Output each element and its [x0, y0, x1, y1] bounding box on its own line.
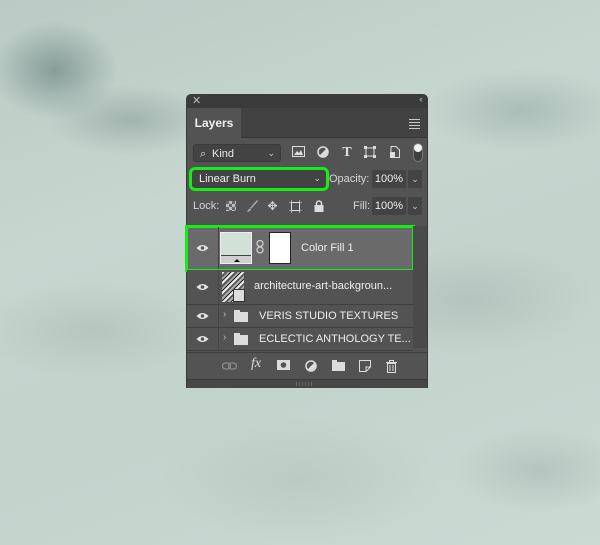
link-chain-icon[interactable] [256, 239, 264, 257]
expand-arrow-icon[interactable]: › [223, 332, 226, 343]
add-mask-icon[interactable] [277, 360, 290, 372]
layer-name: architecture-art-backgroun... [254, 280, 393, 292]
eye-icon[interactable] [196, 283, 209, 291]
eye-icon[interactable] [196, 335, 209, 343]
fill-input[interactable]: 100% [372, 197, 406, 215]
layers-scrollbar[interactable] [413, 226, 427, 348]
visibility-column [187, 270, 219, 304]
visibility-column [187, 328, 219, 350]
opacity-input[interactable]: 100% [372, 170, 406, 188]
shape-filter-icon[interactable] [363, 146, 377, 160]
panel-bottom-toolbar: fx [187, 352, 427, 379]
layers-list: Color Fill 1 architecture-art-backgroun.… [185, 225, 415, 351]
eye-icon[interactable] [196, 244, 209, 252]
layer-name: VERIS STUDIO TEXTURES [259, 310, 399, 322]
layer-group-veris[interactable]: › VERIS STUDIO TEXTURES [187, 305, 413, 328]
image-filter-icon[interactable] [291, 146, 305, 160]
lock-all-icon[interactable] [312, 200, 325, 213]
close-icon[interactable]: ✕ [192, 94, 201, 107]
folder-icon [234, 310, 248, 322]
lock-artboard-icon[interactable] [289, 200, 302, 213]
filter-kind-label: Kind [212, 148, 235, 160]
eye-icon[interactable] [196, 312, 209, 320]
fx-icon[interactable]: fx [251, 357, 261, 371]
type-filter-icon[interactable]: T [340, 146, 354, 160]
new-group-icon[interactable] [332, 360, 345, 373]
tab-layers[interactable]: Layers [187, 108, 241, 138]
layer-group-eclectic[interactable]: › ECLECTIC ANTHOLOGY TE... [187, 328, 413, 351]
lock-paint-icon[interactable] [245, 200, 258, 213]
fill-label: Fill: [353, 200, 371, 212]
blend-mode-select[interactable]: Linear Burn ⌄ [189, 167, 329, 191]
lock-position-icon[interactable]: ✥ [266, 200, 279, 213]
layer-name: Color Fill 1 [301, 242, 354, 254]
layer-mask-thumbnail[interactable] [269, 232, 291, 264]
lock-row: Lock: ✥ Fill: 100% ⌄ [187, 192, 427, 219]
new-layer-icon[interactable] [359, 360, 371, 374]
filter-kind-select[interactable]: ⌕ Kind ⌄ [193, 144, 281, 162]
chevron-down-icon: ⌄ [267, 148, 275, 158]
opacity-label: Opacity: [329, 173, 370, 185]
layer-color-fill[interactable]: Color Fill 1 [185, 225, 415, 272]
visibility-column [187, 227, 219, 269]
layer-architecture-art[interactable]: architecture-art-backgroun... [187, 270, 413, 305]
filter-row: ⌕ Kind ⌄ T [187, 138, 427, 165]
smart-object-badge-icon [233, 289, 245, 302]
panel-tab-row: Layers [187, 108, 427, 138]
filter-toggle[interactable] [413, 143, 423, 162]
fill-layer-thumbnail[interactable] [220, 232, 252, 264]
blend-row: Linear Burn ⌄ Opacity: 100% ⌄ [187, 165, 427, 192]
panel-resize-grip[interactable] [187, 379, 427, 388]
layers-panel: ✕ ‹‹ Layers ⌕ Kind ⌄ T Linear Burn ⌄ Opa… [185, 94, 427, 388]
adjustment-layer-icon[interactable] [305, 360, 317, 374]
panel-titlebar: ✕ ‹‹ [187, 94, 427, 108]
smart-object-filter-icon[interactable] [388, 146, 402, 160]
layer-name: ECLECTIC ANTHOLOGY TE... [259, 333, 411, 345]
panel-menu-icon[interactable] [409, 119, 420, 131]
lock-transparency-icon[interactable] [225, 200, 238, 213]
collapse-icon[interactable]: ‹‹ [419, 94, 423, 104]
opacity-dropdown[interactable]: ⌄ [408, 170, 422, 188]
lock-label: Lock: [193, 200, 220, 212]
visibility-column [187, 305, 219, 327]
adjustment-filter-icon[interactable] [316, 146, 330, 160]
trash-icon[interactable] [386, 360, 397, 375]
link-layers-icon[interactable] [221, 360, 238, 372]
search-icon: ⌕ [200, 148, 207, 160]
folder-icon [234, 333, 248, 345]
fill-dropdown[interactable]: ⌄ [408, 197, 422, 215]
expand-arrow-icon[interactable]: › [223, 309, 226, 320]
chevron-down-icon: ⌄ [313, 173, 321, 183]
blend-mode-label: Linear Burn [199, 173, 256, 185]
